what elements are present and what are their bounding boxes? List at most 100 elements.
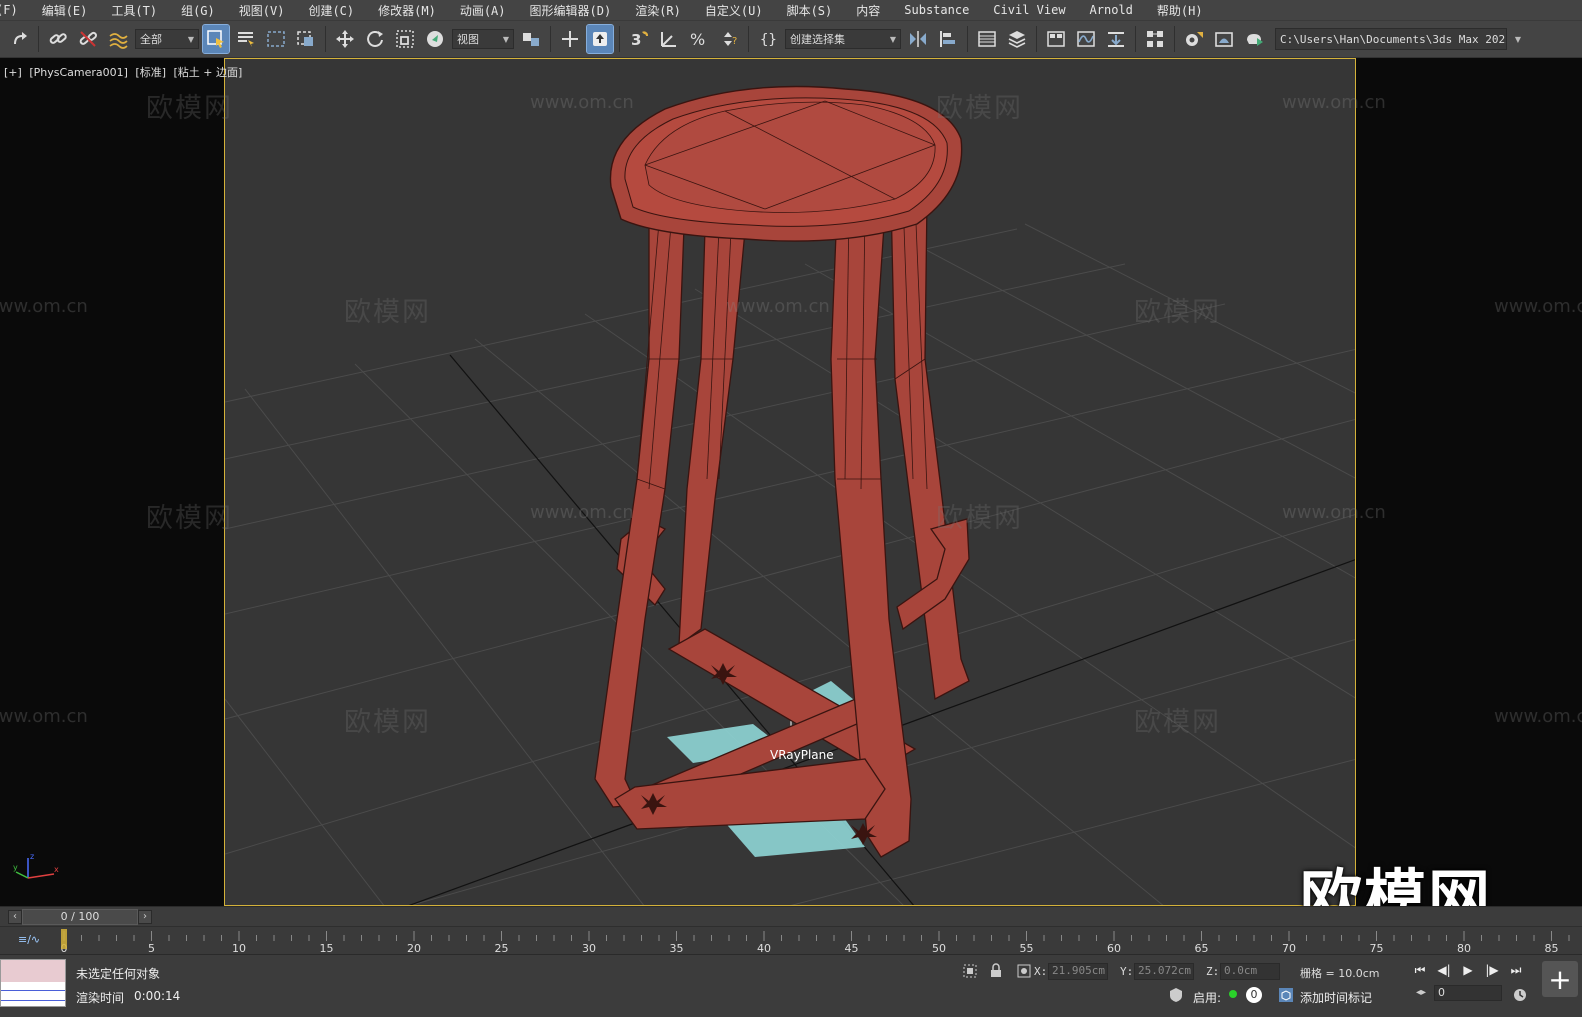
key-mode-icon[interactable]: ◂▸ [1416, 987, 1426, 998]
layer-explorer-icon[interactable] [1004, 25, 1030, 53]
viewport-scene [225, 85, 1355, 905]
watermark-url: www.om.cn [1282, 502, 1386, 523]
menu-tools[interactable]: 工具(T) [99, 2, 169, 19]
scene-explorer-icon[interactable] [974, 25, 1000, 53]
viewport-shading-mode[interactable]: [粘土 + 边面] [174, 66, 243, 79]
viewport-safe-frame-right [1356, 58, 1582, 906]
x-coord-field[interactable]: 21.905cm [1048, 963, 1108, 980]
menu-rendering[interactable]: 渲染(R) [623, 2, 693, 19]
absolute-mode-icon[interactable] [1016, 963, 1032, 979]
mirror-icon[interactable] [905, 25, 931, 53]
select-manipulate-icon[interactable] [557, 25, 583, 53]
angle-snap-icon[interactable] [656, 25, 682, 53]
unlink-icon[interactable] [75, 25, 101, 53]
menu-content[interactable]: 内容 [844, 2, 892, 19]
select-object-icon[interactable] [202, 24, 230, 54]
selection-filter-dropdown[interactable]: 全部 ▼ [135, 29, 199, 49]
move-icon[interactable] [332, 25, 358, 53]
redo-icon[interactable] [6, 25, 32, 53]
pivot-center-icon[interactable] [518, 25, 544, 53]
next-frame-icon[interactable]: › [138, 909, 152, 924]
menu-modifiers[interactable]: 修改器(M) [366, 2, 448, 19]
link-icon[interactable] [45, 25, 71, 53]
current-frame-field[interactable]: 0 [1434, 985, 1502, 1001]
rendered-frame-window-icon[interactable] [1211, 25, 1237, 53]
next-key-icon[interactable]: |▶ [1484, 963, 1500, 978]
chevron-down-icon[interactable]: ▼ [1511, 25, 1525, 53]
watermark-cn: 欧模网 [146, 503, 233, 534]
menu-help[interactable]: 帮助(H) [1145, 2, 1215, 19]
menu-edit[interactable]: 编辑(E) [30, 2, 100, 19]
svg-text:x: x [54, 865, 59, 874]
select-by-name-icon[interactable] [233, 25, 259, 53]
menu-group[interactable]: 组(G) [169, 2, 227, 19]
perspective-viewport[interactable] [224, 58, 1356, 906]
schematic-view-icon[interactable] [1103, 25, 1129, 53]
time-tag-icon[interactable] [1278, 987, 1294, 1003]
viewport-menu-plus[interactable]: [+] [4, 66, 22, 79]
viewport-label[interactable]: [+] [PhysCamera001] [标准] [粘土 + 边面] [4, 64, 246, 80]
previous-frame-icon[interactable]: ‹ [8, 909, 22, 924]
menu-substance[interactable]: Substance [892, 3, 981, 17]
selection-status: 未选定任何对象 [76, 967, 161, 981]
enable-counter[interactable]: 0 [1246, 987, 1262, 1003]
keyboard-shortcut-override-icon[interactable] [586, 24, 614, 54]
menu-animation[interactable]: 动画(A) [448, 2, 518, 19]
menu-create[interactable]: 创建(C) [296, 2, 366, 19]
render-setup-icon[interactable] [1181, 25, 1207, 53]
viewport-shading-standard[interactable]: [标准] [135, 66, 166, 79]
add-icon[interactable]: + [1542, 961, 1578, 997]
menu-civil-view[interactable]: Civil View [981, 3, 1077, 17]
z-coord-field[interactable]: 0.0cm [1220, 963, 1280, 980]
previous-key-icon[interactable]: ◀| [1436, 963, 1452, 978]
maxscript-line [1, 990, 65, 991]
menu-file[interactable]: (F) [0, 3, 30, 17]
curve-editor-icon[interactable] [1073, 25, 1099, 53]
go-to-start-icon[interactable]: ⏮ [1412, 963, 1428, 978]
menu-views[interactable]: 视图(V) [227, 2, 297, 19]
time-slider-thumb[interactable]: 0 / 100 [22, 908, 138, 925]
reference-coord-dropdown[interactable]: 视图 ▼ [452, 29, 514, 49]
material-editor-icon[interactable] [1142, 25, 1168, 53]
time-slider[interactable]: ‹ 0 / 100 › [0, 906, 1582, 926]
maxscript-listener[interactable] [0, 959, 66, 1007]
add-time-tag[interactable]: 添加时间标记 [1300, 989, 1372, 1006]
named-selection-dropdown[interactable]: 创建选择集 ▼ [785, 29, 901, 49]
window-crossing-icon[interactable] [293, 25, 319, 53]
adaptive-degradation-icon[interactable] [1168, 987, 1184, 1003]
time-configuration-icon[interactable] [1512, 987, 1528, 1003]
scale-icon[interactable] [392, 25, 418, 53]
toggle-ribbon-icon[interactable] [1043, 25, 1069, 53]
maxscript-input-area[interactable] [1, 960, 65, 982]
bind-space-warp-icon[interactable] [105, 25, 131, 53]
project-path-field[interactable]: C:\Users\Han\Documents\3ds Max 2022 [1275, 28, 1507, 50]
menu-arnold[interactable]: Arnold [1078, 3, 1145, 17]
play-icon[interactable]: ▶ [1460, 963, 1476, 978]
lock-icon[interactable] [988, 963, 1004, 979]
percent-snap-icon[interactable]: % [686, 25, 712, 53]
viewport-camera-label[interactable]: [PhysCamera001] [29, 66, 128, 79]
current-frame-marker[interactable] [61, 929, 67, 949]
mini-curve-editor-icon[interactable]: ≡∕∿ [18, 933, 40, 949]
track-bar[interactable]: 0510152025303540455055606570758085 ≡∕∿ [0, 926, 1582, 955]
watermark-cn: 欧模网 [344, 707, 431, 738]
snap-toggle-icon[interactable]: 3 [626, 25, 652, 53]
svg-text:z: z [30, 852, 34, 861]
render-production-icon[interactable] [1241, 25, 1267, 53]
isolate-selection-icon[interactable] [962, 963, 978, 979]
main-toolbar: 全部 ▼ 视图 ▼ 3 % ? {} 创建选择集 ▼ C:\Users\Han\… [0, 20, 1582, 58]
timeline-ruler[interactable]: 0510152025303540455055606570758085 [0, 927, 1582, 955]
rotate-icon[interactable] [362, 25, 388, 53]
menu-customize[interactable]: 自定义(U) [693, 2, 775, 19]
align-icon[interactable] [935, 25, 961, 53]
y-coord-field[interactable]: 25.072cm [1134, 963, 1194, 980]
stool-seat [609, 85, 963, 242]
placement-icon[interactable] [422, 25, 448, 53]
watermark-url: www.om.cn [1494, 296, 1582, 317]
spinner-snap-icon[interactable]: ? [716, 25, 742, 53]
edit-named-selection-icon[interactable]: {} [755, 25, 781, 53]
go-to-end-icon[interactable]: ⏭ [1508, 963, 1524, 978]
rectangular-selection-icon[interactable] [263, 25, 289, 53]
menu-graph-editors[interactable]: 图形编辑器(D) [518, 2, 624, 19]
menu-scripting[interactable]: 脚本(S) [775, 2, 845, 19]
